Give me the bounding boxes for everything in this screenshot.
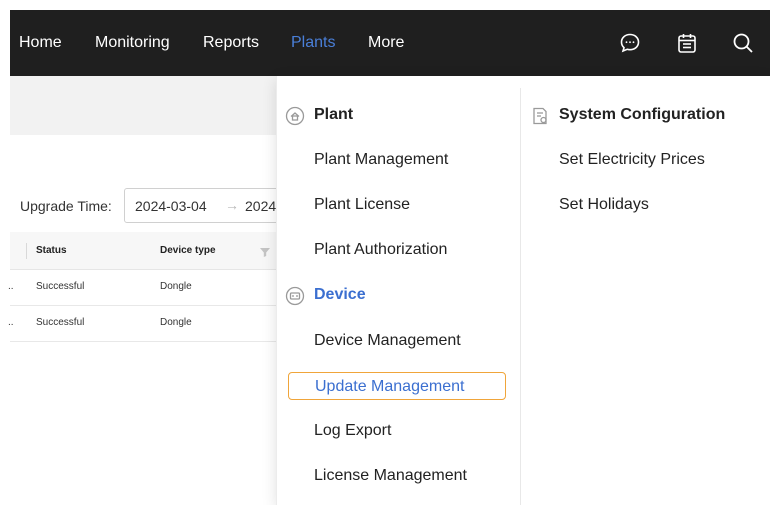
device-group-header: Device xyxy=(285,284,485,308)
upgrade-time-label: Upgrade Time: xyxy=(20,198,112,214)
nav-plants[interactable]: Plants xyxy=(291,10,335,76)
settings-document-icon xyxy=(530,106,550,126)
table-row[interactable]: .. Successful Dongle xyxy=(8,306,276,342)
top-navigation-bar: Home Monitoring Reports Plants More xyxy=(10,10,770,76)
date-end[interactable]: 2024 xyxy=(245,198,276,214)
device-icon xyxy=(285,286,305,306)
upgrade-records-table: Status Device type .. Successful Dongle … xyxy=(8,232,276,342)
column-divider xyxy=(26,243,27,259)
system-configuration-group-title: System Configuration xyxy=(559,106,726,123)
menu-item-update-management[interactable]: Update Management xyxy=(288,372,506,400)
column-header-device-type: Device type xyxy=(160,245,216,256)
menu-item-plant-authorization[interactable]: Plant Authorization xyxy=(314,236,447,264)
nav-home[interactable]: Home xyxy=(19,10,62,76)
page-header-strip xyxy=(10,76,276,135)
table-header: Status Device type xyxy=(10,232,276,270)
upgrade-time-range-picker[interactable]: 2024-03-04 → 2024 xyxy=(124,188,294,223)
menu-item-log-export[interactable]: Log Export xyxy=(314,417,391,445)
cell-status: Successful xyxy=(36,317,85,328)
table-row[interactable]: .. Successful Dongle xyxy=(8,270,276,306)
filter-icon[interactable] xyxy=(259,245,271,257)
calendar-icon[interactable] xyxy=(675,31,699,55)
plant-group-title: Plant xyxy=(314,106,354,123)
date-start[interactable]: 2024-03-04 xyxy=(135,198,207,214)
chat-icon[interactable] xyxy=(618,31,642,55)
menu-item-device-management[interactable]: Device Management xyxy=(314,327,461,355)
menu-column-divider xyxy=(520,88,521,505)
plant-group-header: Plant xyxy=(285,104,485,128)
device-group-title: Device xyxy=(314,286,366,303)
cell-status: Successful xyxy=(36,281,85,292)
nav-more[interactable]: More xyxy=(368,10,404,76)
menu-item-set-electricity-prices[interactable]: Set Electricity Prices xyxy=(559,146,705,174)
system-configuration-group-header: System Configuration xyxy=(530,104,760,128)
cell-device-type: Dongle xyxy=(160,281,192,292)
nav-reports[interactable]: Reports xyxy=(203,10,259,76)
column-header-status: Status xyxy=(36,245,67,256)
date-range-arrow-icon: → xyxy=(225,197,239,213)
truncated-cell: .. xyxy=(8,317,14,328)
truncated-cell: .. xyxy=(8,281,14,292)
menu-item-set-holidays[interactable]: Set Holidays xyxy=(559,191,649,219)
cell-device-type: Dongle xyxy=(160,317,192,328)
nav-monitoring[interactable]: Monitoring xyxy=(95,10,170,76)
plants-dropdown-menu: Plant Plant Management Plant License Pla… xyxy=(276,76,770,505)
menu-item-plant-license[interactable]: Plant License xyxy=(314,191,410,219)
menu-item-license-management[interactable]: License Management xyxy=(314,462,467,490)
search-icon[interactable] xyxy=(731,31,755,55)
plant-icon xyxy=(285,106,305,126)
menu-item-plant-management[interactable]: Plant Management xyxy=(314,146,448,174)
